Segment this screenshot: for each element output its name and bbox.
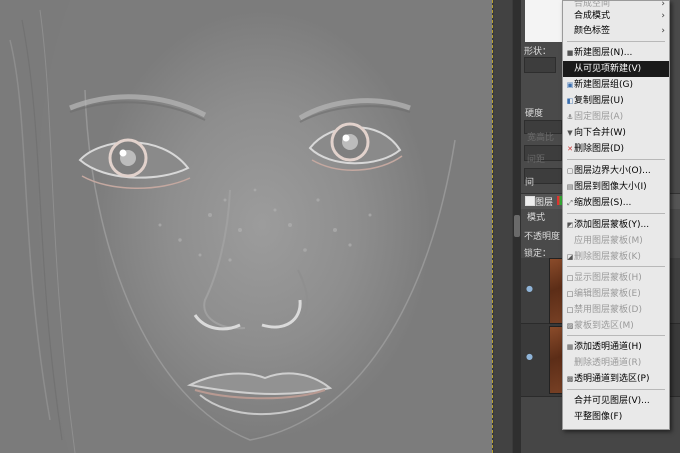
vertical-scrollbar[interactable]: [513, 0, 521, 453]
scale-icon: ⤢: [567, 199, 573, 207]
spacing-label: 间距: [527, 155, 546, 165]
to-image-size-icon: ▤: [566, 183, 574, 191]
menu-item[interactable]: ⤢ 缩放图层(S)...: [563, 195, 669, 211]
menu-item[interactable]: □ 禁用图层蒙板(D): [563, 302, 669, 318]
checkbox-icon: □: [566, 290, 574, 298]
shape-field[interactable]: [524, 57, 556, 73]
shape-label: 形状：: [524, 47, 552, 57]
layer-context-menu: 合成空间 › 合成模式 › 颜色标签 › ■ 新建图层(N)... 从可见项新建(V) ▣ 新建图层…: [562, 0, 670, 430]
menu-item[interactable]: ▣ 新建图层组(G): [563, 77, 669, 93]
menu-item[interactable]: ■ 新建图层(N)...: [563, 45, 669, 61]
delete-mask-icon: ◪: [566, 253, 574, 261]
menu-item[interactable]: ✕ 删除图层(D): [563, 141, 669, 157]
new-layer-icon: ■: [566, 49, 574, 57]
duplicate-icon: ◧: [566, 97, 574, 105]
layers-tab[interactable]: 图层: [535, 195, 553, 208]
menu-separator: [567, 213, 665, 214]
menu-item-label: 编辑图层蒙板(E): [574, 289, 641, 299]
menu-separator: [567, 41, 665, 42]
image-canvas[interactable]: [0, 0, 492, 453]
menu-item-label: 新建图层组(G): [574, 80, 633, 90]
menu-item-label: 复制图层(U): [574, 96, 624, 106]
menu-separator: [567, 159, 665, 160]
menu-item-label: 缩放图层(S)...: [574, 198, 632, 208]
menu-item-label: 图层到图像大小(I): [574, 182, 647, 192]
menu-item[interactable]: ◪ 删除图层蒙板(K): [563, 249, 669, 265]
canvas-boundary-guide: [492, 0, 493, 453]
merge-down-icon: ▼: [567, 129, 573, 137]
visibility-eye-icon[interactable]: ●: [526, 284, 533, 293]
mode-label: 模式: [527, 213, 546, 223]
menu-item[interactable]: ▦ 添加透明通道(H): [563, 339, 669, 355]
layers-tab-icon: [525, 196, 535, 206]
menu-item[interactable]: 合成模式 ›: [563, 8, 669, 24]
menu-item-label: 透明通道到选区(P): [574, 374, 650, 384]
hardness-label: 硬度: [525, 109, 544, 119]
menu-item[interactable]: ▢ 图层边界大小(O)...: [563, 163, 669, 179]
menu-item-label: 颜色标签: [574, 26, 611, 36]
anchor-icon: ⚓: [566, 113, 574, 121]
submenu-arrow-icon: ›: [661, 26, 665, 36]
menu-item[interactable]: ▤ 图层到图像大小(I): [563, 179, 669, 195]
menu-item-label: 蒙板到选区(M): [574, 321, 634, 331]
menu-item[interactable]: 应用图层蒙板(M): [563, 233, 669, 249]
menu-item[interactable]: 删除透明通道(R): [563, 355, 669, 371]
scrollbar-thumb[interactable]: [514, 215, 520, 237]
menu-item-label: 合成模式: [574, 11, 611, 21]
new-group-icon: ▣: [566, 81, 574, 89]
mask-to-selection-icon: ▨: [566, 322, 574, 330]
menu-item-label: 应用图层蒙板(M): [574, 236, 643, 246]
add-alpha-icon: ▦: [566, 343, 574, 351]
menu-item[interactable]: ▩ 透明通道到选区(P): [563, 371, 669, 387]
menu-item-label: 禁用图层蒙板(D): [574, 305, 642, 315]
menu-separator: [567, 389, 665, 390]
face-image: [0, 0, 456, 453]
menu-item[interactable]: □ 显示图层蒙板(H): [563, 270, 669, 286]
menu-item[interactable]: ◩ 添加图层蒙板(Y)...: [563, 217, 669, 233]
menu-item-label: 显示图层蒙板(H): [574, 273, 642, 283]
menu-separator: [567, 266, 665, 267]
menu-item[interactable]: 平整图像(F): [563, 409, 669, 425]
menu-item[interactable]: ◧ 复制图层(U): [563, 93, 669, 109]
interval-label: 间: [525, 178, 535, 188]
menu-item-label: 新建图层(N)...: [574, 48, 633, 58]
dock-divider: [494, 0, 512, 453]
opacity-slider[interactable]: [521, 225, 563, 241]
menu-item[interactable]: ▼ 向下合并(W): [563, 125, 669, 141]
visibility-eye-icon[interactable]: ●: [526, 352, 533, 361]
menu-item-label: 图层边界大小(O)...: [574, 166, 651, 176]
submenu-arrow-icon: ›: [661, 11, 665, 21]
delete-icon: ✕: [567, 145, 573, 153]
menu-item-label: 删除图层(D): [574, 144, 624, 154]
menu-item[interactable]: 从可见项新建(V): [563, 61, 669, 77]
menu-item[interactable]: □ 编辑图层蒙板(E): [563, 286, 669, 302]
menu-item-label: 从可见项新建(V): [574, 64, 642, 74]
menu-item-label: 删除图层蒙板(K): [574, 252, 641, 262]
menu-item[interactable]: ⚓ 固定图层(A): [563, 109, 669, 125]
menu-item-label: 删除透明通道(R): [574, 358, 642, 368]
menu-item-label: 添加透明通道(H): [574, 342, 642, 352]
menu-item-label: 向下合并(W): [574, 128, 626, 138]
checkbox-icon: □: [566, 306, 574, 314]
menu-item-label: 平整图像(F): [574, 412, 623, 422]
menu-item-label: 合并可见图层(V)...: [574, 396, 650, 406]
checkbox-icon: □: [566, 274, 574, 282]
menu-item-label: 固定图层(A): [574, 112, 624, 122]
menu-item-label: 添加图层蒙板(Y)...: [574, 220, 650, 230]
menu-item[interactable]: 合并可见图层(V)...: [563, 393, 669, 409]
alpha-to-selection-icon: ▩: [566, 375, 574, 383]
menu-item[interactable]: ▨ 蒙板到选区(M): [563, 318, 669, 334]
menu-separator: [567, 335, 665, 336]
aspect-label: 宽高比: [527, 133, 555, 143]
menu-item[interactable]: 颜色标签 ›: [563, 23, 669, 39]
boundary-icon: ▢: [566, 167, 574, 175]
add-mask-icon: ◩: [566, 221, 574, 229]
